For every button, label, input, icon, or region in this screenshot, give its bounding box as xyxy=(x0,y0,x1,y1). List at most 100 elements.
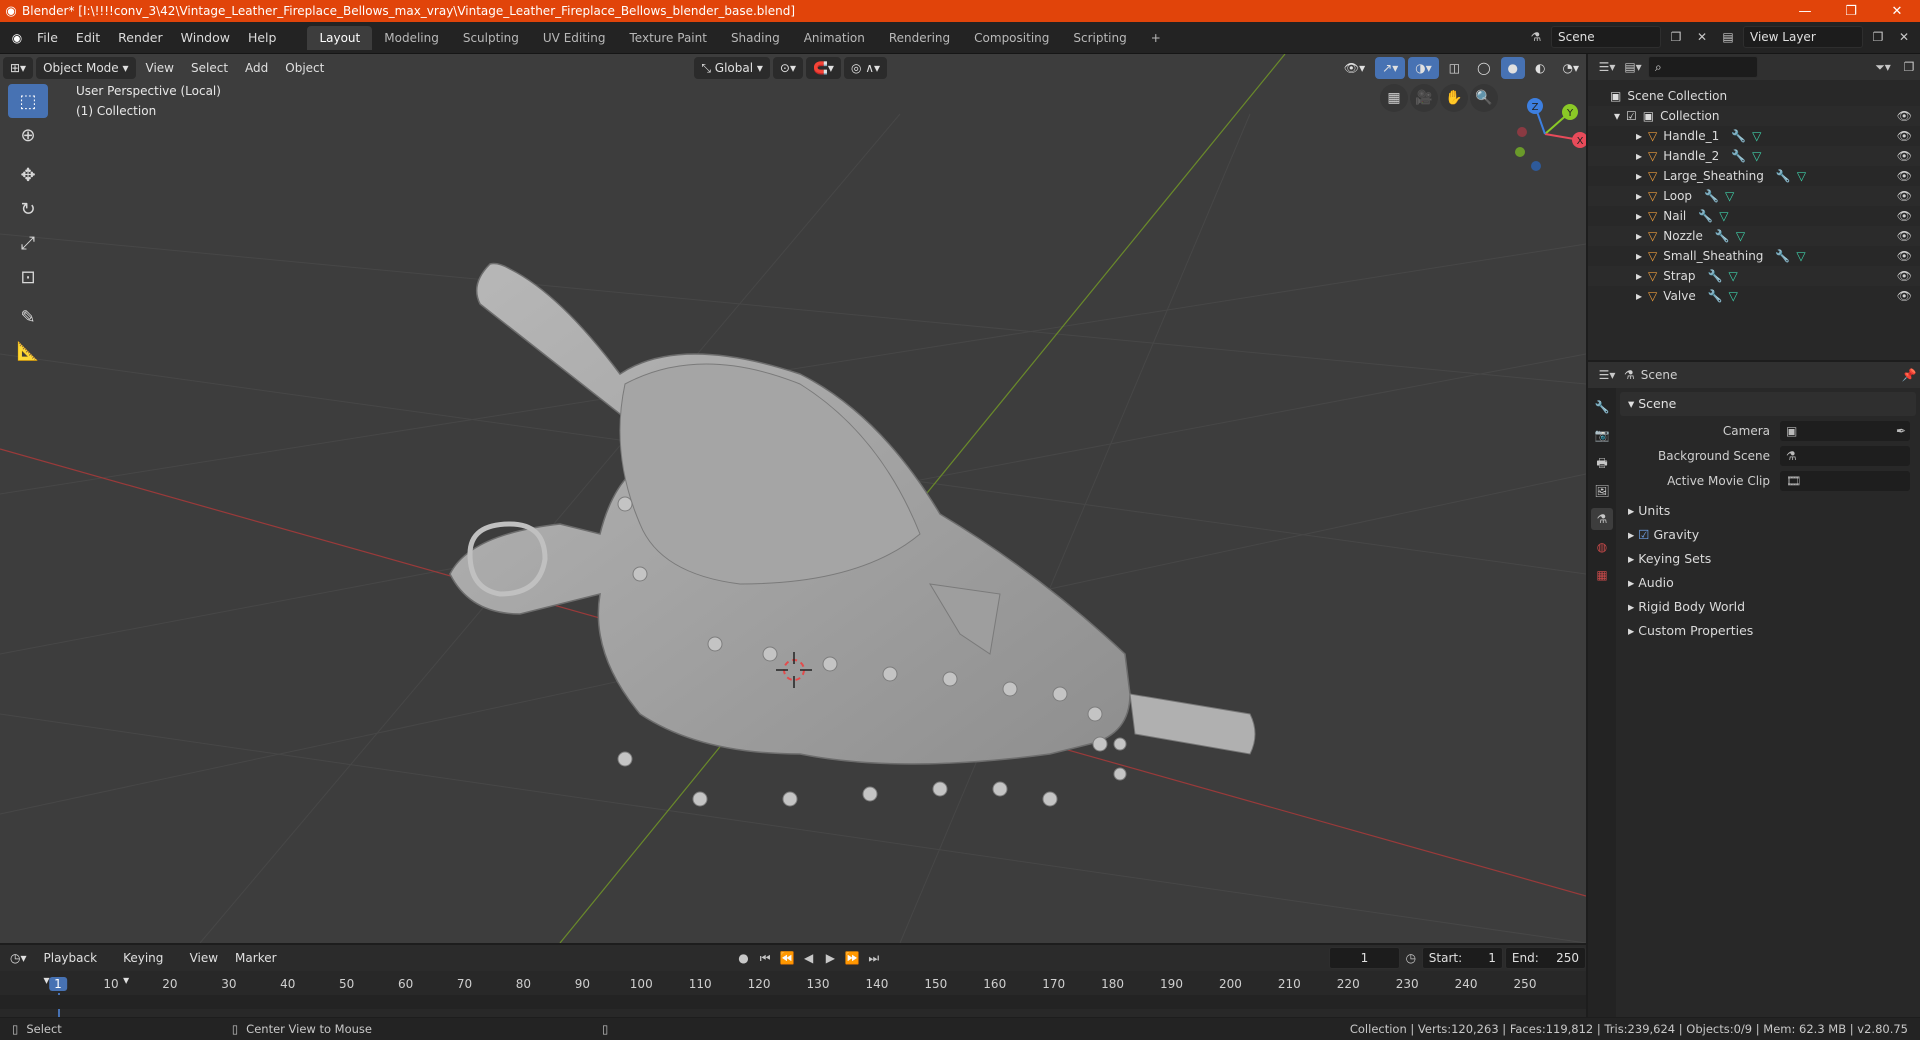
view-layer-field[interactable]: View Layer xyxy=(1743,26,1863,48)
select-box-tool-icon[interactable]: ⬚ xyxy=(8,84,48,118)
zoom-view-icon[interactable]: 🔍 xyxy=(1470,84,1498,112)
new-collection-icon[interactable]: ❐ xyxy=(1898,56,1920,78)
mesh-data-icon[interactable]: ▽ xyxy=(1729,289,1738,303)
world-tab-icon[interactable]: ◍ xyxy=(1591,536,1613,558)
eye-icon[interactable]: 👁 xyxy=(1897,249,1912,263)
timeline-view-menu[interactable]: View xyxy=(183,947,225,969)
play-icon[interactable]: ▶ xyxy=(820,947,842,969)
modifier-icon[interactable]: 🔧 xyxy=(1704,189,1719,203)
eye-icon[interactable]: 👁 xyxy=(1897,109,1912,123)
wireframe-shading-icon[interactable]: ◯ xyxy=(1470,57,1497,79)
gravity-panel-header[interactable]: ▸ ☑ Gravity xyxy=(1620,523,1920,547)
expand-arrow-icon[interactable]: ▸ xyxy=(1636,129,1642,143)
outliner-object-row[interactable]: ▸ ▽ Valve 🔧 ▽ 👁 xyxy=(1588,286,1920,306)
modifier-icon[interactable]: 🔧 xyxy=(1708,289,1723,303)
eye-icon[interactable]: 👁 xyxy=(1897,229,1912,243)
modifier-icon[interactable]: 🔧 xyxy=(1698,209,1713,223)
scene-panel-header[interactable]: ▾ Scene xyxy=(1620,392,1916,416)
tab-texture-paint[interactable]: Texture Paint xyxy=(618,26,719,50)
menu-select[interactable]: Select xyxy=(184,57,235,79)
expand-arrow-icon[interactable]: ▸ xyxy=(1636,209,1642,223)
texture-tab-icon[interactable]: ▦ xyxy=(1591,564,1613,586)
properties-editor-type-icon[interactable]: ☰▾ xyxy=(1596,364,1618,386)
collection-row[interactable]: ▾ ☑ ▣ Collection 👁 xyxy=(1588,106,1920,126)
pivot-point-icon[interactable]: ⊙▾ xyxy=(772,57,803,79)
mesh-data-icon[interactable]: ▽ xyxy=(1752,129,1761,143)
scene-collection-row[interactable]: ▣ Scene Collection xyxy=(1588,86,1920,106)
new-view-layer-icon[interactable]: ❐ xyxy=(1867,26,1889,48)
gizmo-z-label[interactable]: Z xyxy=(1532,102,1539,113)
maximize-button[interactable]: ❐ xyxy=(1828,4,1874,19)
next-keyframe-icon[interactable]: ⏩ xyxy=(841,947,863,969)
move-tool-icon[interactable]: ✥ xyxy=(8,158,48,192)
outliner-object-row[interactable]: ▸ ▽ Strap 🔧 ▽ 👁 xyxy=(1588,266,1920,286)
rigid-body-world-panel-header[interactable]: ▸ Rigid Body World xyxy=(1620,595,1920,619)
bellows-model[interactable] xyxy=(449,262,1256,807)
rotate-tool-icon[interactable]: ↻ xyxy=(8,192,48,226)
outliner-object-row[interactable]: ▸ ▽ Small_Sheathing 🔧 ▽ 👁 xyxy=(1588,246,1920,266)
rendered-shading-icon[interactable]: ◔▾ xyxy=(1556,57,1587,79)
collapse-arrow-icon[interactable]: ▾ xyxy=(1614,109,1620,123)
timeline-ruler[interactable]: 1 10 20 30 40 50 60 70 80 90 100 110 120 130 140 150 160… xyxy=(0,973,1586,1017)
delete-view-layer-icon[interactable]: ✕ xyxy=(1893,26,1915,48)
mesh-data-icon[interactable]: ▽ xyxy=(1797,169,1806,183)
menu-edit[interactable]: Edit xyxy=(67,22,109,54)
pan-view-icon[interactable]: ✋ xyxy=(1440,84,1468,112)
outliner-object-row[interactable]: ▸ ▽ Loop 🔧 ▽ 👁 xyxy=(1588,186,1920,206)
jump-end-icon[interactable]: ⏭ xyxy=(863,947,885,969)
mesh-data-icon[interactable]: ▽ xyxy=(1728,269,1737,283)
gizmo-toggle-icon[interactable]: ↗▾ xyxy=(1375,57,1406,79)
background-scene-field[interactable]: ⚗ xyxy=(1780,445,1910,466)
display-mode-icon[interactable]: ▤▾ xyxy=(1622,56,1644,78)
menu-object[interactable]: Object xyxy=(278,57,331,79)
scene-selector-icon[interactable]: ⚗ xyxy=(1525,26,1547,48)
expand-arrow-icon[interactable]: ▸ xyxy=(1636,249,1642,263)
units-panel-header[interactable]: ▸ Units xyxy=(1620,499,1920,523)
editor-type-icon[interactable]: ⊞▾ xyxy=(3,57,34,79)
modifier-icon[interactable]: 🔧 xyxy=(1715,229,1730,243)
visibility-icon[interactable]: 👁▾ xyxy=(1337,57,1372,79)
view-layer-icon[interactable]: ▤ xyxy=(1717,26,1739,48)
end-frame-field[interactable]: End: 250 xyxy=(1504,947,1587,969)
measure-tool-icon[interactable]: 📐 xyxy=(8,334,48,368)
menu-render[interactable]: Render xyxy=(109,22,172,54)
toggle-perspective-icon[interactable]: ▦ xyxy=(1380,84,1408,112)
marker-menu[interactable]: Marker xyxy=(228,947,283,969)
expand-arrow-icon[interactable]: ▸ xyxy=(1636,169,1642,183)
tool-settings-tab-icon[interactable]: 🔧 xyxy=(1591,396,1613,418)
outliner-object-row[interactable]: ▸ ▽ Nail 🔧 ▽ 👁 xyxy=(1588,206,1920,226)
output-tab-icon[interactable]: 🖶 xyxy=(1591,452,1613,474)
menu-help[interactable]: Help xyxy=(239,22,286,54)
eye-icon[interactable]: 👁 xyxy=(1897,149,1912,163)
current-frame-marker[interactable]: 1 xyxy=(49,977,67,991)
custom-properties-panel-header[interactable]: ▸ Custom Properties xyxy=(1620,619,1920,643)
eye-icon[interactable]: 👁 xyxy=(1897,169,1912,183)
expand-arrow-icon[interactable]: ▸ xyxy=(1636,269,1642,283)
proportional-editing-icon[interactable]: ◎ ∧▾ xyxy=(843,57,888,79)
solid-shading-icon[interactable]: ● xyxy=(1500,57,1526,79)
keying-menu[interactable]: Keying ▾ xyxy=(116,947,180,987)
add-workspace-button[interactable]: + xyxy=(1139,26,1173,50)
snap-icon[interactable]: 🧲▾ xyxy=(805,57,841,79)
new-scene-icon[interactable]: ❐ xyxy=(1665,26,1687,48)
overlay-toggle-icon[interactable]: ◑▾ xyxy=(1408,57,1439,79)
camera-field[interactable]: ▣ ✒ xyxy=(1780,420,1910,441)
modifier-icon[interactable]: 🔧 xyxy=(1708,269,1723,283)
pin-icon[interactable]: 📌 xyxy=(1898,364,1920,386)
xray-toggle-icon[interactable]: ◫ xyxy=(1442,57,1467,79)
menu-window[interactable]: Window xyxy=(172,22,239,54)
blender-menu-icon[interactable]: ◉ xyxy=(6,27,28,49)
cursor-tool-icon[interactable]: ⊕ xyxy=(8,118,48,152)
modifier-icon[interactable]: 🔧 xyxy=(1776,169,1791,183)
mesh-data-icon[interactable]: ▽ xyxy=(1725,189,1734,203)
eye-icon[interactable]: 👁 xyxy=(1897,129,1912,143)
outliner-search-input[interactable]: ⌕ xyxy=(1648,56,1758,78)
tab-scripting[interactable]: Scripting xyxy=(1061,26,1138,50)
mesh-data-icon[interactable]: ▽ xyxy=(1719,209,1728,223)
active-movie-clip-field[interactable]: 🎞 xyxy=(1780,470,1910,491)
expand-arrow-icon[interactable]: ▸ xyxy=(1636,149,1642,163)
annotate-tool-icon[interactable]: ✎ xyxy=(8,300,48,334)
eye-icon[interactable]: 👁 xyxy=(1897,189,1912,203)
camera-view-icon[interactable]: 🎥 xyxy=(1410,84,1438,112)
tab-layout[interactable]: Layout xyxy=(307,25,373,50)
